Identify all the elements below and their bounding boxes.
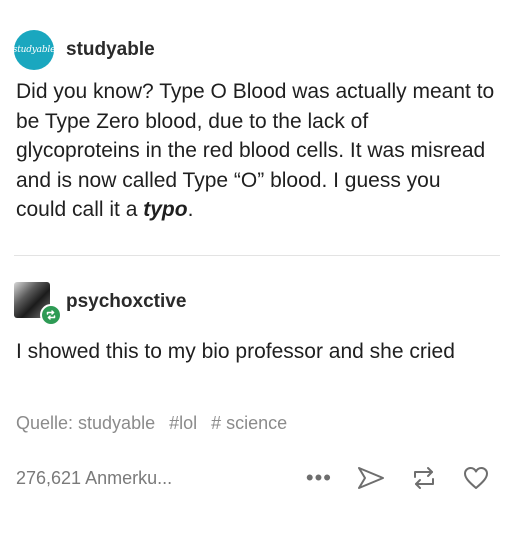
post-header-psychoxctive: psychoxctive [14,282,186,326]
avatar-logo-text: studyable [12,45,56,55]
post-body-psychoxctive: I showed this to my bio professor and sh… [16,340,455,363]
username-studyable[interactable]: studyable [66,39,155,61]
reblog-icon[interactable] [410,465,438,491]
reblog-divider [14,255,500,256]
tag-list: Quelle: studyable #lol # science [16,413,287,434]
username-psychoxctive[interactable]: psychoxctive [66,291,186,313]
post-body-text: Did you know? Type O Blood was actually … [16,80,495,221]
post-body-period: . [187,198,194,221]
post-body-studyable: Did you know? Type O Blood was actually … [16,77,496,225]
post-body-emphasis: typo [143,198,188,221]
avatar-studyable[interactable]: studyable [12,30,56,70]
notes-count[interactable]: 276,621 Anmerku... [16,468,282,489]
post-footer: 276,621 Anmerku... ••• [16,465,490,491]
more-icon[interactable]: ••• [306,467,332,489]
tumblr-post: studyable studyable Did you know? Type O… [0,0,506,536]
source-link[interactable]: Quelle: studyable [16,413,155,434]
heart-icon[interactable] [462,465,490,491]
tag-lol[interactable]: #lol [169,413,197,434]
reblog-badge-icon [40,304,62,326]
avatar-psychoxctive-wrap[interactable] [14,282,62,326]
tag-science[interactable]: # science [211,413,287,434]
post-header-studyable: studyable studyable [12,30,155,70]
share-icon[interactable] [356,465,386,491]
